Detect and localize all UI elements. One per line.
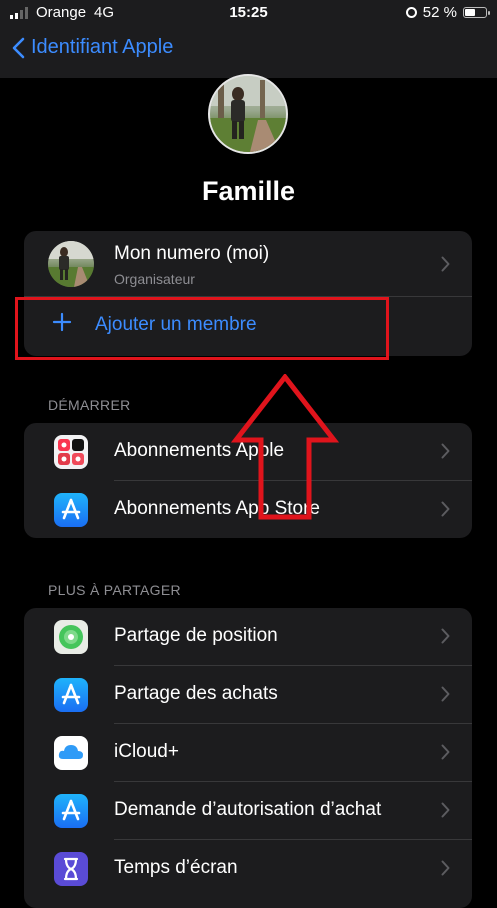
row-screen-time[interactable]: Temps d’écran bbox=[24, 840, 472, 898]
section-header-start: DÉMARRER bbox=[48, 397, 131, 413]
row-label: Partage de position bbox=[114, 625, 278, 646]
chevron-right-icon bbox=[441, 686, 450, 702]
row-label: Demande d’autorisation d’achat bbox=[114, 799, 382, 820]
annotation-arrow-up bbox=[230, 374, 340, 520]
chevron-right-icon bbox=[441, 443, 450, 459]
apple-subscriptions-icon bbox=[54, 435, 88, 469]
battery-percent: 52 % bbox=[422, 4, 457, 21]
row-ask-to-buy[interactable]: Demande d’autorisation d’achat bbox=[24, 782, 472, 840]
chevron-right-icon bbox=[441, 802, 450, 818]
chevron-right-icon bbox=[441, 860, 450, 876]
orientation-lock-icon bbox=[405, 7, 417, 18]
chevron-right-icon bbox=[441, 501, 450, 517]
member-row[interactable]: Mon numero (moi) Organisateur bbox=[24, 231, 472, 297]
family-avatar bbox=[208, 74, 288, 154]
icloud-icon bbox=[54, 736, 88, 770]
row-label: Temps d’écran bbox=[114, 857, 238, 878]
back-button[interactable]: Identifiant Apple bbox=[12, 36, 173, 59]
row-location-sharing[interactable]: Partage de position bbox=[24, 608, 472, 666]
row-icloud-plus[interactable]: iCloud+ bbox=[24, 724, 472, 782]
section-header-share: PLUS À PARTAGER bbox=[48, 582, 181, 598]
row-purchase-sharing[interactable]: Partage des achats bbox=[24, 666, 472, 724]
person-photo bbox=[210, 76, 286, 152]
chevron-right-icon bbox=[441, 256, 450, 272]
status-bar: Orange 4G 15:25 52 % bbox=[0, 0, 497, 26]
app-store-icon bbox=[54, 678, 88, 712]
member-avatar bbox=[48, 241, 94, 287]
app-store-icon bbox=[54, 794, 88, 828]
member-name: Mon numero (moi) bbox=[114, 243, 270, 264]
back-label: Identifiant Apple bbox=[31, 36, 174, 58]
member-role: Organisateur bbox=[114, 271, 195, 287]
chevron-left-icon bbox=[12, 37, 25, 58]
status-right: 52 % bbox=[405, 4, 490, 21]
page-title: Famille bbox=[201, 176, 296, 206]
chevron-right-icon bbox=[441, 628, 450, 644]
row-label: Partage des achats bbox=[114, 683, 278, 704]
find-my-icon bbox=[54, 620, 88, 654]
share-group: Partage de position Partage des achats i… bbox=[24, 608, 472, 908]
battery-icon bbox=[463, 7, 490, 18]
member-photo bbox=[48, 241, 94, 287]
chevron-right-icon bbox=[441, 744, 450, 760]
screen-time-icon bbox=[54, 852, 88, 886]
row-label: iCloud+ bbox=[114, 741, 179, 762]
annotation-highlight-box bbox=[15, 297, 389, 360]
nav-bar: Identifiant Apple bbox=[0, 26, 497, 78]
app-store-icon bbox=[54, 493, 88, 527]
